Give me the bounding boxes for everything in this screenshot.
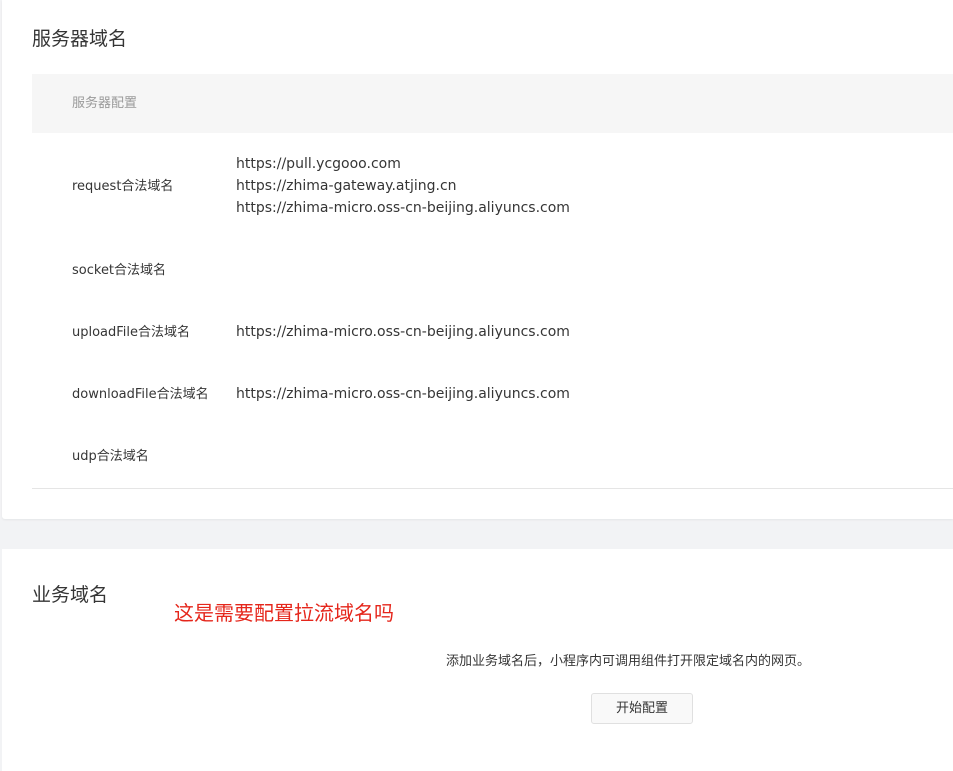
udp-domain-label: udp合法域名 (72, 449, 149, 464)
business-domain-card: 业务域名 这是需要配置拉流域名吗 添加业务域名后，小程序内可调用组件打开限定域名… (2, 549, 953, 771)
request-domain-value: https://pull.ycgooo.com (236, 156, 401, 172)
request-domain-label: request合法域名 (72, 179, 174, 194)
server-domain-title: 服务器域名 (32, 28, 128, 50)
server-config-table-header: 服务器配置 (32, 74, 953, 133)
server-config-header-label: 服务器配置 (72, 96, 138, 111)
downloadfile-domain-values: https://zhima-micro.oss-cn-beijing.aliyu… (236, 383, 570, 405)
request-domain-value: https://zhima-gateway.atjing.cn (236, 178, 457, 194)
request-domain-values: https://pull.ycgooo.com https://zhima-ga… (236, 153, 570, 219)
business-domain-title: 业务域名 (32, 584, 109, 606)
uploadfile-domain-value: https://zhima-micro.oss-cn-beijing.aliyu… (236, 324, 570, 340)
uploadfile-domain-values: https://zhima-micro.oss-cn-beijing.aliyu… (236, 321, 570, 343)
table-divider (32, 488, 953, 489)
downloadfile-domain-label: downloadFile合法域名 (72, 387, 209, 402)
business-domain-description: 添加业务域名后，小程序内可调用组件打开限定域名内的网页。 (446, 654, 811, 669)
server-domain-card: 服务器域名 服务器配置 request合法域名 https://pull.ycg… (2, 0, 953, 519)
socket-domain-label: socket合法域名 (72, 263, 167, 278)
uploadfile-domain-label: uploadFile合法域名 (72, 325, 191, 340)
downloadfile-domain-value: https://zhima-micro.oss-cn-beijing.aliyu… (236, 386, 570, 402)
red-annotation-text: 这是需要配置拉流域名吗 (174, 601, 394, 625)
request-domain-value: https://zhima-micro.oss-cn-beijing.aliyu… (236, 200, 570, 216)
start-config-button[interactable]: 开始配置 (591, 693, 693, 724)
